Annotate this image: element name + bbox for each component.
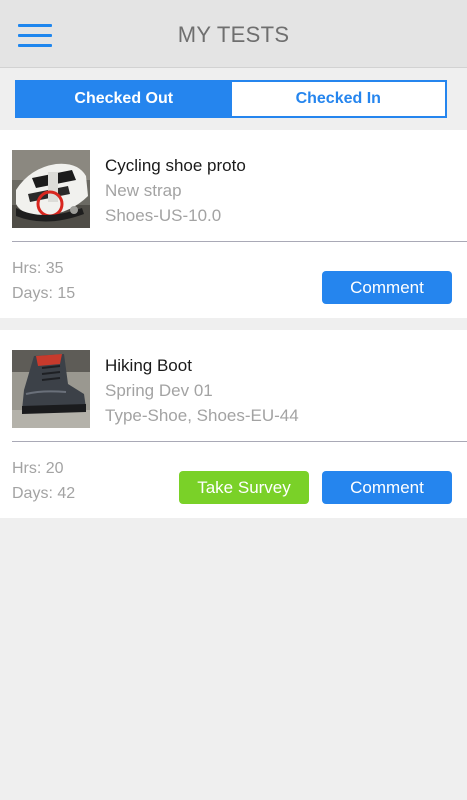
hiking-boot-image	[12, 350, 90, 428]
app-header: MY TESTS	[0, 0, 467, 68]
hiking-boot-photo	[12, 350, 90, 428]
checkout-segmented-control: Checked Out Checked In	[15, 80, 447, 118]
test-item-subtitle: Spring Dev 01	[105, 381, 213, 400]
comment-button[interactable]: Comment	[322, 471, 452, 504]
page-title: MY TESTS	[177, 22, 290, 47]
take-survey-button[interactable]: Take Survey	[179, 471, 309, 504]
tab-checked-in[interactable]: Checked In	[230, 82, 445, 116]
test-item-spec: Shoes-US-10.0	[105, 206, 222, 225]
tab-checked-out[interactable]: Checked Out	[17, 82, 231, 116]
hours-stat: Hrs: 20	[12, 460, 64, 477]
test-item-subtitle: New strap	[105, 181, 182, 200]
days-stat: Days: 15	[12, 285, 76, 302]
cycling-shoe-image	[12, 150, 90, 228]
app-screen: MY TESTS Checked Out Checked In Cycling …	[0, 0, 467, 800]
comment-button[interactable]: Comment	[322, 271, 452, 304]
test-item-title: Hiking Boot	[105, 356, 192, 375]
hours-stat: Hrs: 35	[12, 260, 64, 277]
test-card[interactable]: Hiking Boot Spring Dev 01 Type-Shoe, Sho…	[0, 330, 467, 518]
test-item-spec: Type-Shoe, Shoes-EU-44	[105, 406, 299, 425]
test-card[interactable]: Cycling shoe proto New strap Shoes-US-10…	[0, 130, 467, 318]
cycling-shoe-photo	[12, 150, 90, 228]
days-stat: Days: 42	[12, 485, 76, 502]
card-divider	[12, 441, 467, 442]
card-divider	[12, 241, 467, 242]
test-item-title: Cycling shoe proto	[105, 156, 246, 175]
